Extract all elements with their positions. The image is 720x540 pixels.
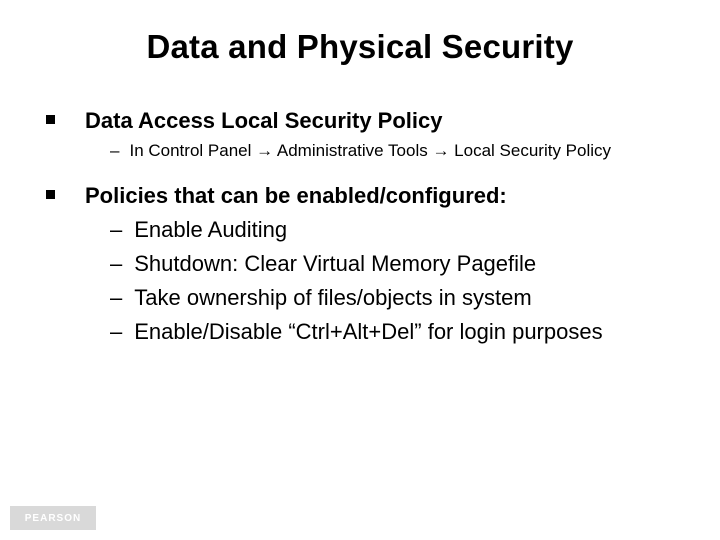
section1-heading: Data Access Local Security Policy bbox=[85, 106, 442, 136]
policy-item: – Enable Auditing bbox=[46, 214, 680, 246]
dash-icon: – bbox=[110, 282, 122, 314]
policy-text: Take ownership of files/objects in syste… bbox=[134, 282, 531, 314]
bullet-item-2: Policies that can be enabled/configured: bbox=[46, 181, 680, 211]
pearson-logo-text: PEARSON bbox=[25, 513, 81, 524]
policy-text: Enable Auditing bbox=[134, 214, 287, 246]
pearson-logo: PEARSON bbox=[10, 506, 96, 530]
square-bullet-icon bbox=[46, 115, 55, 124]
dash-icon: – bbox=[110, 248, 122, 280]
section2-heading: Policies that can be enabled/configured: bbox=[85, 181, 507, 211]
policy-item: – Take ownership of files/objects in sys… bbox=[46, 282, 680, 314]
slide-content: Data Access Local Security Policy – In C… bbox=[40, 106, 680, 348]
dash-icon: – bbox=[110, 214, 122, 246]
slide-title: Data and Physical Security bbox=[40, 28, 680, 66]
dash-icon: – bbox=[110, 316, 122, 348]
square-bullet-icon bbox=[46, 190, 55, 199]
policy-text: Enable/Disable “Ctrl+Alt+Del” for login … bbox=[134, 316, 602, 348]
slide: Data and Physical Security Data Access L… bbox=[0, 0, 720, 540]
sub-item-1: – In Control Panel → Administrative Tool… bbox=[46, 140, 680, 163]
bullet-item-1: Data Access Local Security Policy bbox=[46, 106, 680, 136]
dash-icon: – bbox=[110, 140, 119, 163]
policy-item: – Shutdown: Clear Virtual Memory Pagefil… bbox=[46, 248, 680, 280]
policy-text: Shutdown: Clear Virtual Memory Pagefile bbox=[134, 248, 536, 280]
section1-sub: In Control Panel → Administrative Tools … bbox=[129, 140, 611, 163]
policy-item: – Enable/Disable “Ctrl+Alt+Del” for logi… bbox=[46, 316, 680, 348]
